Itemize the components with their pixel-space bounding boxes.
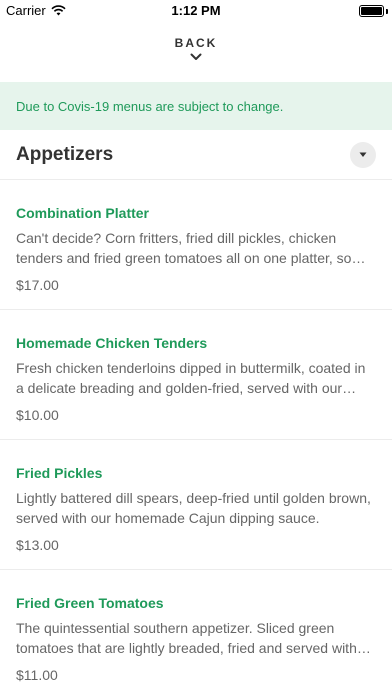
item-name: Fried Green Tomatoes — [16, 595, 164, 611]
item-name: Fried Pickles — [16, 465, 103, 481]
menu-item[interactable]: Homemade Chicken Tenders Fresh chicken t… — [0, 310, 392, 440]
item-price: $13.00 — [16, 537, 59, 553]
menu-item[interactable]: Combination Platter Can't decide? Corn f… — [0, 180, 392, 310]
menu-item[interactable]: Fried Green Tomatoes The quintessential … — [0, 570, 392, 696]
item-price: $11.00 — [16, 667, 58, 683]
section-dropdown-button[interactable] — [350, 141, 376, 168]
item-description: Can't decide? Corn fritters, fried dill … — [16, 230, 371, 266]
back-button[interactable]: BACK — [0, 36, 392, 72]
battery-icon — [359, 5, 384, 17]
clock: 1:12 PM — [171, 3, 221, 18]
item-description: The quintessential southern appetizer. S… — [16, 620, 357, 656]
notice-text: Due to Covis-19 menus are subject to cha… — [16, 98, 284, 114]
section-header[interactable]: Appetizers — [0, 130, 392, 180]
menu-item[interactable]: Fried Pickles Lightly battered dill spea… — [0, 440, 392, 570]
section-title: Appetizers — [16, 143, 114, 165]
item-description: Fresh chicken tenderloins dipped in butt… — [16, 360, 366, 396]
item-name: Homemade Chicken Tenders — [16, 335, 208, 351]
battery-tip — [386, 9, 388, 14]
item-name: Combination Platter — [16, 205, 150, 221]
item-price: $17.00 — [16, 277, 59, 293]
caret-down-icon — [359, 152, 367, 157]
item-price: $10.00 — [16, 407, 59, 423]
chevron-down-icon — [190, 53, 202, 60]
back-label: BACK — [174, 36, 218, 50]
covid-notice-banner: Due to Covis-19 menus are subject to cha… — [0, 82, 392, 130]
status-bar: Carrier 1:12 PM — [0, 0, 392, 22]
item-description: Lightly battered dill spears, deep-fried… — [16, 490, 371, 526]
